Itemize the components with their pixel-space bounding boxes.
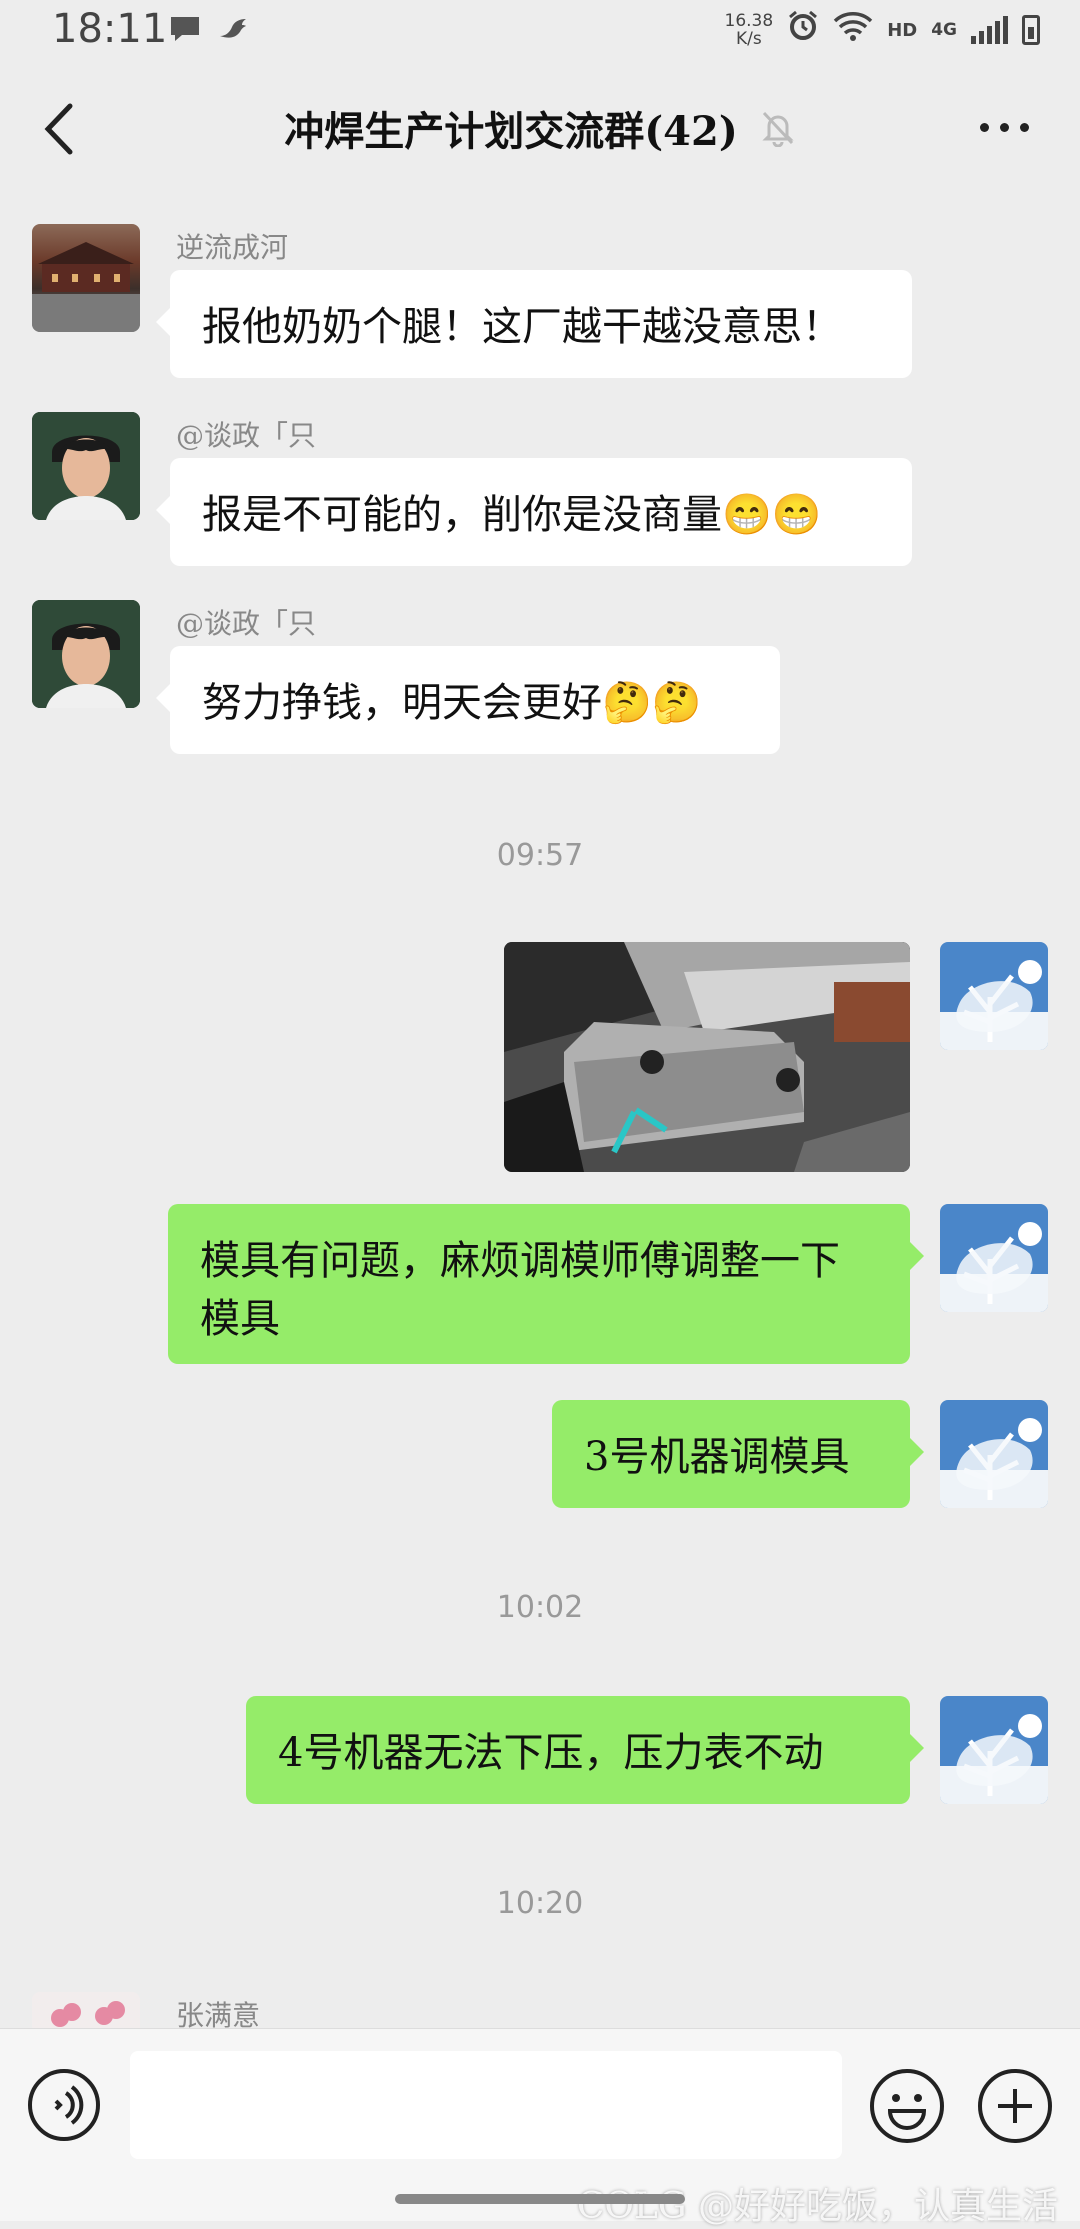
signal-icon <box>971 16 1008 44</box>
message-bubble[interactable]: 报是不可能的，削你是没商量😁😁 <box>156 458 912 566</box>
message-bubble[interactable]: 3号机器调模具 <box>552 1400 924 1508</box>
sender-name: @谈政「只 <box>176 607 317 640</box>
avatar[interactable] <box>32 600 140 708</box>
network-type: 4G <box>931 20 957 40</box>
avatar[interactable] <box>32 1992 140 2028</box>
battery-charging-icon <box>1022 15 1040 45</box>
more-functions-button[interactable] <box>976 2067 1054 2145</box>
emoji-button[interactable] <box>868 2067 946 2145</box>
home-indicator[interactable] <box>395 2194 685 2204</box>
voice-icon <box>28 2069 100 2141</box>
status-time: 18:11 <box>52 6 168 52</box>
message-input[interactable] <box>130 2051 842 2159</box>
alarm-icon <box>787 10 819 50</box>
timestamp: 10:20 <box>496 1886 584 1921</box>
voice-button[interactable] <box>26 2067 102 2143</box>
message-bubble[interactable]: 报他奶奶个腿！这厂越干越没意思！ <box>156 270 912 378</box>
chat-messages[interactable]: 逆流成河 报他奶奶个腿！这厂越干越没意思！ @谈政「只 报是不可能的，削你是没商… <box>0 192 1080 2028</box>
avatar[interactable] <box>32 224 140 332</box>
chevron-left-icon <box>44 103 73 155</box>
message-icon <box>168 14 202 52</box>
chat-title[interactable]: 冲焊生产计划交流群(42) <box>284 99 738 157</box>
my-avatar[interactable] <box>940 1204 1048 1312</box>
timestamp: 09:57 <box>496 838 584 873</box>
photo-icon <box>504 942 910 1172</box>
avatar[interactable] <box>32 412 140 520</box>
chat-header: 冲焊生产计划交流群(42) <box>0 64 1080 192</box>
image-message[interactable] <box>504 942 910 1172</box>
timestamp: 10:02 <box>496 1590 584 1625</box>
my-avatar[interactable] <box>940 942 1048 1050</box>
my-avatar[interactable] <box>940 1696 1048 1804</box>
wifi-icon <box>833 11 873 49</box>
hd-indicator: HD <box>887 19 918 41</box>
plus-icon <box>978 2069 1052 2143</box>
bell-off-icon <box>762 111 794 147</box>
back-button[interactable] <box>30 94 90 164</box>
network-speed: 16.38 K/s <box>724 11 774 49</box>
sender-name: 逆流成河 <box>176 231 289 264</box>
bird-icon <box>216 14 250 52</box>
message-bubble[interactable]: 模具有问题，麻烦调模师傅调整一下 模具 <box>168 1204 924 1364</box>
input-bar: COLG @好好吃饭，认真生活 <box>0 2028 1080 2227</box>
sender-name: 张满意 <box>176 1999 261 2028</box>
message-bubble[interactable]: 努力挣钱，明天会更好🤔🤔 <box>156 646 780 754</box>
my-avatar[interactable] <box>940 1400 1048 1508</box>
message-bubble[interactable]: 4号机器无法下压，压力表不动 <box>246 1696 924 1804</box>
sender-name: @谈政「只 <box>176 419 317 452</box>
emoji-icon <box>870 2069 944 2143</box>
status-bar: 18:11 16.38 K/s HD 4G <box>0 0 1080 64</box>
more-button[interactable] <box>980 112 1040 142</box>
